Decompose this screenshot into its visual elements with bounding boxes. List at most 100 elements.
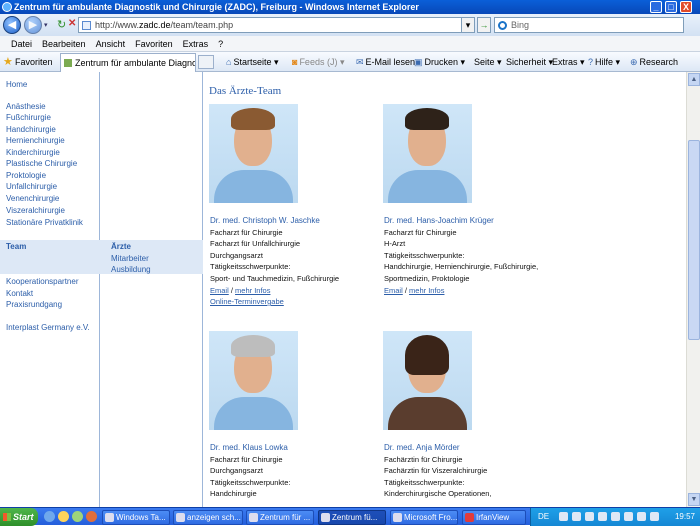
browser-tab[interactable]: Zentrum für ambulante Diagnosti...	[60, 53, 196, 72]
language-indicator[interactable]: DE	[538, 508, 549, 526]
scroll-down-icon[interactable]: ▼	[688, 493, 700, 506]
email-button[interactable]: ✉ E-Mail lesen	[356, 52, 415, 72]
help-icon: ?	[588, 57, 594, 67]
nav-item[interactable]: Kinderchirurgie	[6, 148, 60, 157]
tray-icon[interactable]	[650, 512, 659, 521]
taskbar-item[interactable]: Windows Ta...	[102, 510, 170, 525]
window-icon	[105, 513, 114, 522]
subnav-ausbildung[interactable]: Ausbildung	[111, 265, 151, 274]
history-dropdown-icon[interactable]: ▾	[44, 21, 48, 29]
tray-icon[interactable]	[624, 512, 633, 521]
tray-icon[interactable]	[611, 512, 620, 521]
nav-item[interactable]: Handchirurgie	[6, 125, 56, 134]
stop-icon[interactable]: ✕	[68, 18, 76, 29]
scroll-up-icon[interactable]: ▲	[688, 73, 700, 86]
menu-extras[interactable]: Extras	[178, 36, 214, 52]
nav-item[interactable]: Plastische Chirurgie	[6, 159, 77, 168]
go-icon[interactable]: →	[477, 17, 491, 33]
start-button[interactable]: Start	[0, 508, 38, 526]
nav-item[interactable]: Proktologie	[6, 171, 46, 180]
nav-item[interactable]: Venenchirurgie	[6, 194, 59, 203]
nav-team[interactable]: Team	[6, 242, 26, 251]
tray-icon[interactable]	[559, 512, 568, 521]
nav-item[interactable]: Anästhesie	[6, 102, 46, 111]
taskbar-item[interactable]: IrfanView	[462, 510, 526, 525]
more-info-link[interactable]: mehr Infos	[235, 286, 270, 295]
search-input[interactable]: Bing	[494, 17, 684, 33]
tab-title: Zentrum für ambulante Diagnosti...	[75, 58, 196, 68]
research-button[interactable]: ⊕ Research	[630, 52, 678, 72]
favorites-button[interactable]: ★ Favoriten	[2, 54, 57, 70]
url-domain: zadc.de	[139, 20, 171, 30]
url-path: /team/team.php	[170, 20, 234, 30]
url-prefix: http://www.	[95, 20, 140, 30]
taskbar-item[interactable]: anzeigen sch...	[173, 510, 243, 525]
nav-item[interactable]: Viszeralchirurgie	[6, 206, 65, 215]
nav-item[interactable]: Kontakt	[6, 289, 33, 298]
more-info-link[interactable]: mehr Infos	[409, 286, 444, 295]
close-button[interactable]: X	[680, 1, 692, 13]
menu-bearbeiten[interactable]: Bearbeiten	[37, 36, 91, 52]
clock[interactable]: 19:57	[675, 508, 695, 526]
home-label: Startseite	[233, 57, 272, 67]
start-label: Start	[13, 512, 34, 522]
task-label: IrfanView	[476, 513, 510, 522]
taskbar: Start Windows Ta... anzeigen sch... Zent…	[0, 507, 700, 526]
menu-datei[interactable]: Datei	[6, 36, 37, 52]
title-bar: Zentrum für ambulante Diagnostik und Chi…	[0, 0, 700, 14]
email-label: E-Mail lesen	[365, 57, 416, 67]
print-label: Drucken	[424, 57, 459, 67]
doctor-links: Email / mehr Infos	[384, 286, 444, 295]
doctor-line: Kinderchirurgische Operationen,	[384, 489, 492, 498]
nav-item[interactable]: Unfallchirurgie	[6, 182, 57, 191]
taskbar-item[interactable]: Microsoft Fro...	[390, 510, 458, 525]
address-input[interactable]: http://www.zadc.de/team/team.php	[78, 17, 473, 33]
maximize-button[interactable]: □	[665, 1, 677, 13]
quicklaunch-app-icon[interactable]	[86, 511, 97, 522]
email-link[interactable]: Email	[384, 286, 403, 295]
forward-icon[interactable]: ▶	[24, 16, 42, 34]
subnav-mitarbeiter[interactable]: Mitarbeiter	[111, 254, 149, 263]
feeds-button[interactable]: ◙ Feeds (J) ▾	[292, 52, 344, 72]
nav-home[interactable]: Home	[6, 80, 27, 89]
menu-help[interactable]: ?	[213, 36, 228, 52]
back-icon[interactable]: ◀	[3, 16, 21, 34]
tray-icon[interactable]	[585, 512, 594, 521]
taskbar-item-active[interactable]: Zentrum fü...	[318, 510, 386, 525]
nav-item[interactable]: Fußchirurgie	[6, 113, 51, 122]
security-button[interactable]: Sicherheit ▾	[506, 52, 553, 72]
quicklaunch-media-icon[interactable]	[72, 511, 83, 522]
tray-icon[interactable]	[598, 512, 607, 521]
left-nav: Home Anästhesie Fußchirurgie Handchirurg…	[0, 72, 100, 507]
nav-interplast[interactable]: Interplast Germany e.V.	[6, 323, 90, 332]
subnav-aerzte[interactable]: Ärzte	[111, 242, 131, 251]
vertical-scrollbar[interactable]: ▲ ▼	[686, 72, 700, 507]
nav-item[interactable]: Praxisrundgang	[6, 300, 62, 309]
ie-window: Zentrum für ambulante Diagnostik und Chi…	[0, 0, 700, 526]
menu-favoriten[interactable]: Favoriten	[130, 36, 178, 52]
email-link[interactable]: Email	[210, 286, 229, 295]
scroll-thumb[interactable]	[688, 140, 700, 340]
tray-icon[interactable]	[572, 512, 581, 521]
nav-item[interactable]: Kooperationspartner	[6, 277, 79, 286]
page-menu-button[interactable]: Seite ▾	[474, 52, 502, 72]
home-button[interactable]: ⌂ Startseite ▾	[226, 52, 279, 72]
print-button[interactable]: ▣ Drucken ▾	[414, 52, 465, 72]
quicklaunch-ie-icon[interactable]	[58, 511, 69, 522]
taskbar-item[interactable]: Zentrum für ...	[246, 510, 314, 525]
page-icon	[82, 21, 91, 30]
refresh-icon[interactable]: ↻	[57, 18, 66, 31]
doctor-line: Durchgangsarzt	[210, 251, 263, 260]
quicklaunch-desktop-icon[interactable]	[44, 511, 55, 522]
minimize-button[interactable]: _	[650, 1, 662, 13]
help-button[interactable]: ? Hilfe ▾	[588, 52, 620, 72]
online-booking-link[interactable]: Online-Terminvergabe	[210, 297, 284, 306]
menu-ansicht[interactable]: Ansicht	[91, 36, 131, 52]
doctor-line: Facharzt für Chirurgie	[210, 228, 283, 237]
tray-icon[interactable]	[637, 512, 646, 521]
tools-button[interactable]: Extras ▾	[552, 52, 585, 72]
new-tab-button[interactable]	[198, 55, 214, 69]
nav-item[interactable]: Stationäre Privatklinik	[6, 218, 83, 227]
nav-item[interactable]: Hernienchirurgie	[6, 136, 65, 145]
address-dropdown-icon[interactable]: ▾	[461, 17, 475, 33]
